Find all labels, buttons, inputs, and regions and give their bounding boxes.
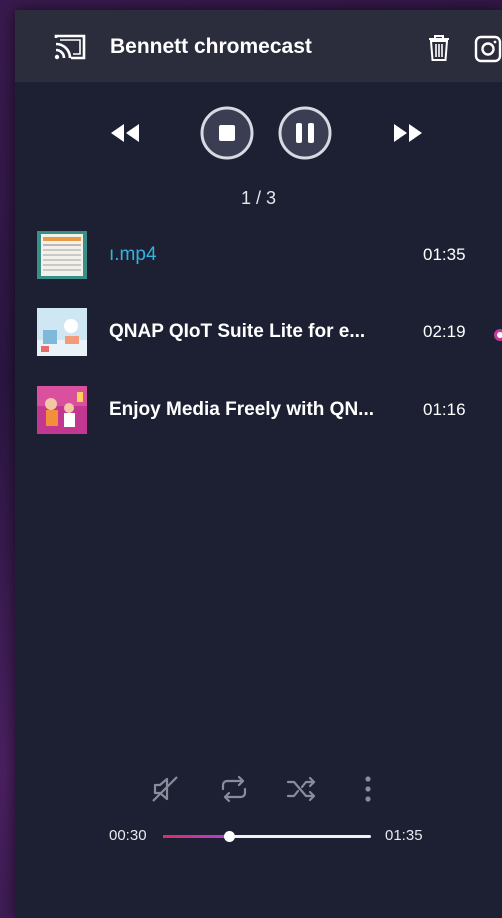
fast-forward-button[interactable] xyxy=(391,122,425,144)
total-time: 01:35 xyxy=(385,827,423,844)
seek-handle[interactable] xyxy=(223,831,235,842)
repeat-button[interactable] xyxy=(217,772,251,806)
camera-icon[interactable] xyxy=(474,35,502,63)
rewind-button[interactable] xyxy=(108,122,142,144)
mute-icon xyxy=(152,776,178,802)
rewind-icon xyxy=(111,124,139,142)
cast-player-panel: Bennett chromecast 1 / 3 ı.mp4 01:35 QNA… xyxy=(15,10,502,918)
track-duration: 01:16 xyxy=(423,400,466,419)
player-header: Bennett chromecast xyxy=(15,10,502,82)
trash-icon[interactable] xyxy=(425,33,453,63)
playlist-item[interactable]: QNAP QIoT Suite Lite for e... 02:19 xyxy=(15,308,502,358)
pause-button[interactable] xyxy=(277,105,333,161)
shuffle-icon xyxy=(286,776,316,802)
fast-forward-icon xyxy=(394,124,422,142)
seek-progress xyxy=(163,835,229,838)
device-name: Bennett chromecast xyxy=(110,35,312,58)
repeat-icon xyxy=(221,775,247,803)
seek-bar[interactable] xyxy=(163,830,371,844)
cast-icon[interactable] xyxy=(53,34,87,60)
scroll-indicator xyxy=(494,329,502,341)
track-title: QNAP QIoT Suite Lite for e... xyxy=(109,321,366,342)
playlist-item[interactable]: Enjoy Media Freely with QN... 01:16 xyxy=(15,386,502,436)
playlist-counter: 1 / 3 xyxy=(240,188,277,208)
track-title: Enjoy Media Freely with QN... xyxy=(109,399,374,420)
more-vertical-button[interactable] xyxy=(358,772,378,806)
playlist-item[interactable]: ı.mp4 01:35 xyxy=(15,231,502,281)
stop-icon xyxy=(219,125,235,141)
track-thumbnail xyxy=(37,231,87,279)
track-thumbnail xyxy=(37,308,87,356)
track-duration: 02:19 xyxy=(423,322,466,341)
track-thumbnail xyxy=(37,386,87,434)
track-title: ı.mp4 xyxy=(109,244,157,265)
mute-button[interactable] xyxy=(148,772,182,806)
more-vertical-icon xyxy=(365,776,371,802)
current-time: 00:30 xyxy=(109,827,147,844)
stop-button[interactable] xyxy=(199,105,255,161)
shuffle-button[interactable] xyxy=(284,772,318,806)
track-duration: 01:35 xyxy=(423,245,466,264)
